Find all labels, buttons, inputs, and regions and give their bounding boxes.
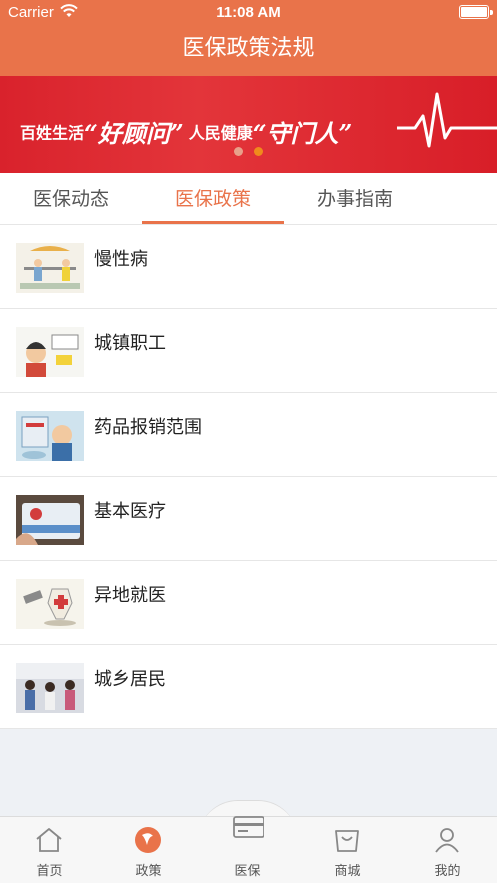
tabbar-label: 商城 <box>334 864 361 879</box>
tabbar-label: 首页 <box>36 864 63 879</box>
list-item[interactable]: 异地就医 <box>0 561 497 645</box>
tab-yibao-zhengce[interactable]: 医保政策 <box>142 173 284 225</box>
active-tab-indicator <box>142 221 284 224</box>
item-label: 药品报销范围 <box>94 417 202 438</box>
policy-list: 慢性病 城镇职工 药品报销范围 基本医疗 异地就医 城乡居民 <box>0 225 497 729</box>
list-item[interactable]: 慢性病 <box>0 225 497 309</box>
list-item[interactable]: 基本医疗 <box>0 477 497 561</box>
banner-pagination[interactable] <box>232 147 272 157</box>
user-icon <box>435 828 459 853</box>
clock: 11:08 AM <box>216 4 281 21</box>
banner-dot-active[interactable] <box>254 147 263 156</box>
bottom-tab-bar: 首页 政策 医保 商城 我的 <box>0 816 497 883</box>
thumbnail-chronic-illness-image <box>16 243 84 293</box>
tabbar-item-policy[interactable]: 政策 <box>99 817 198 883</box>
banner-text-1: 百姓生活 <box>20 123 85 143</box>
list-item[interactable]: 城乡居民 <box>0 645 497 729</box>
status-bar: Carrier 11:08 AM <box>0 0 497 26</box>
home-icon <box>36 828 62 852</box>
banner-dot[interactable] <box>234 147 243 156</box>
tabbar-item-profile[interactable]: 我的 <box>398 817 497 883</box>
list-item[interactable]: 城镇职工 <box>0 309 497 393</box>
page-title: 医保政策法规 <box>182 36 315 61</box>
thumbnail-drug-reimbursement-image <box>16 411 84 461</box>
tab-yibao-dongtai[interactable]: 医保动态 <box>0 173 142 225</box>
item-label: 异地就医 <box>94 585 166 606</box>
item-label: 基本医疗 <box>94 501 166 522</box>
tab-banshi-zhinan[interactable]: 办事指南 <box>284 173 426 225</box>
tabbar-item-shop[interactable]: 商城 <box>298 817 397 883</box>
category-tabs: 医保动态 医保政策 办事指南 <box>0 173 497 225</box>
item-label: 慢性病 <box>94 249 148 270</box>
policy-icon <box>135 827 161 853</box>
thumbnail-remote-medical-image <box>16 579 84 629</box>
banner-text-2: 人民健康 <box>188 123 253 143</box>
banner-quote-2: “守门人” <box>252 119 353 148</box>
heartbeat-pulse-icon <box>397 92 497 148</box>
list-item[interactable]: 药品报销范围 <box>0 393 497 477</box>
shop-bag-icon <box>335 830 359 852</box>
battery-icon <box>459 5 493 19</box>
thumbnail-urban-worker-image <box>16 327 84 377</box>
thumbnail-insurance-card-image <box>16 495 84 545</box>
item-label: 城乡居民 <box>94 669 166 690</box>
tabbar-label: 医保 <box>234 864 261 879</box>
tabbar-item-insurance[interactable]: 医保 <box>198 816 297 883</box>
card-icon <box>233 816 264 838</box>
tabbar-item-home[interactable]: 首页 <box>0 817 99 883</box>
thumbnail-urban-rural-residents-image <box>16 663 84 713</box>
item-label: 城镇职工 <box>94 333 166 354</box>
header: Carrier 11:08 AM 医保政策法规 <box>0 0 497 76</box>
tabbar-label: 政策 <box>135 864 162 879</box>
tabbar-label: 我的 <box>434 864 461 879</box>
banner[interactable]: 百姓生活“好顾问” 人民健康“守门人” <box>0 76 497 173</box>
banner-quote-1: “好顾问” <box>84 119 184 148</box>
